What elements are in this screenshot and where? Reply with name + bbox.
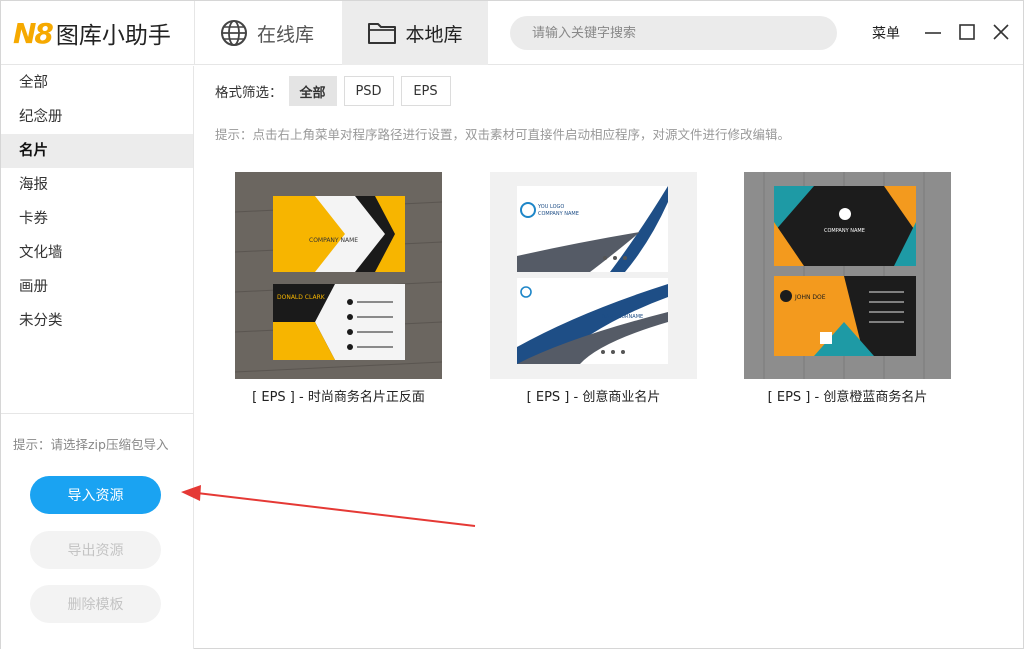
filter-eps-button[interactable]: EPS (400, 76, 451, 106)
tab-local-label: 本地库 (405, 23, 463, 46)
app-window: N8 图库小助手 在线库 本地库 菜单 (0, 0, 1024, 649)
maximize-icon[interactable] (956, 21, 978, 43)
business-card-preview: COMPANY NAME DONALD CLARK (235, 172, 442, 379)
tab-local-library[interactable]: 本地库 (342, 1, 488, 65)
format-filter: 格式筛选： 全部 PSD EPS (215, 76, 458, 106)
logo-mark: N8 (13, 16, 54, 50)
template-card[interactable]: COMPANY NAME JOHN DOE [ EPS ] - 创意橙蓝商务名片 (744, 172, 951, 405)
tab-online-library[interactable]: 在线库 (219, 1, 339, 65)
menu-button[interactable]: 菜单 (872, 23, 900, 43)
card-person-text: DONALD CLARK (277, 294, 326, 301)
close-icon[interactable] (990, 21, 1012, 43)
card-company-text: COMPANY NAME (824, 228, 865, 234)
category-item-album[interactable]: 纪念册 (1, 100, 193, 134)
app-title: 图库小助手 (55, 23, 171, 49)
header-divider (194, 1, 195, 65)
delete-template-button[interactable]: 删除模板 (30, 585, 161, 623)
minimize-icon[interactable] (922, 21, 944, 43)
template-card[interactable]: COMPANY NAME DONALD CLARK [ EPS ] - 时尚商务… (235, 172, 442, 405)
app-logo: N8 图库小助手 (13, 16, 171, 50)
template-caption: [ EPS ] - 创意商业名片 (526, 390, 661, 405)
globe-icon (221, 20, 247, 46)
category-item-uncategorized[interactable]: 未分类 (1, 304, 193, 338)
format-filter-label: 格式筛选： (215, 85, 283, 101)
category-item-all[interactable]: 全部 (1, 66, 193, 100)
category-item-poster[interactable]: 海报 (1, 168, 193, 202)
main-panel: 格式筛选： 全部 PSD EPS 提示：点击右上角菜单对程序路径进行设置，双击素… (195, 66, 1023, 649)
card-logo-text: YOU LOGO (537, 204, 564, 210)
template-card[interactable]: YOU LOGO COMPANY NAME NAME SURNAME [ EPS… (490, 172, 697, 405)
business-card-preview: YOU LOGO COMPANY NAME NAME SURNAME (490, 172, 697, 379)
category-list: 全部 纪念册 名片 海报 卡券 文化墙 画册 未分类 (1, 66, 193, 338)
import-resource-button[interactable]: 导入资源 (30, 476, 161, 514)
filter-psd-button[interactable]: PSD (343, 76, 394, 106)
template-caption: [ EPS ] - 创意橙蓝商务名片 (767, 390, 928, 405)
category-item-brochure[interactable]: 画册 (1, 270, 193, 304)
card-company-text: COMPANY NAME (309, 237, 358, 244)
category-item-business-card[interactable]: 名片 (1, 134, 193, 168)
sidebar-divider (1, 413, 193, 414)
card-person-text: NAME SURNAME (602, 314, 643, 320)
folder-icon (368, 23, 397, 44)
template-thumbnail[interactable]: COMPANY NAME DONALD CLARK (235, 172, 442, 379)
usage-hint: 提示：点击右上角菜单对程序路径进行设置，双击素材可直接件启动相应程序，对源文件进… (215, 127, 791, 142)
template-thumbnail[interactable]: COMPANY NAME JOHN DOE (744, 172, 951, 379)
import-hint: 提示：请选择zip压缩包导入 (13, 437, 169, 452)
category-item-culture-wall[interactable]: 文化墙 (1, 236, 193, 270)
search-input[interactable] (510, 16, 837, 50)
category-item-voucher[interactable]: 卡券 (1, 202, 193, 236)
title-bar: N8 图库小助手 在线库 本地库 菜单 (1, 1, 1023, 65)
tab-online-label: 在线库 (257, 23, 315, 46)
filter-all-button[interactable]: 全部 (288, 76, 337, 106)
category-sidebar: 全部 纪念册 名片 海报 卡券 文化墙 画册 未分类 提示：请选择zip压缩包导… (1, 66, 194, 649)
template-caption: [ EPS ] - 时尚商务名片正反面 (252, 390, 425, 405)
export-resource-button[interactable]: 导出资源 (30, 531, 161, 569)
business-card-preview: COMPANY NAME JOHN DOE (744, 172, 951, 379)
template-thumbnail[interactable]: YOU LOGO COMPANY NAME NAME SURNAME (490, 172, 697, 379)
card-person-text: JOHN DOE (794, 294, 826, 301)
card-company-text: COMPANY NAME (538, 211, 579, 217)
